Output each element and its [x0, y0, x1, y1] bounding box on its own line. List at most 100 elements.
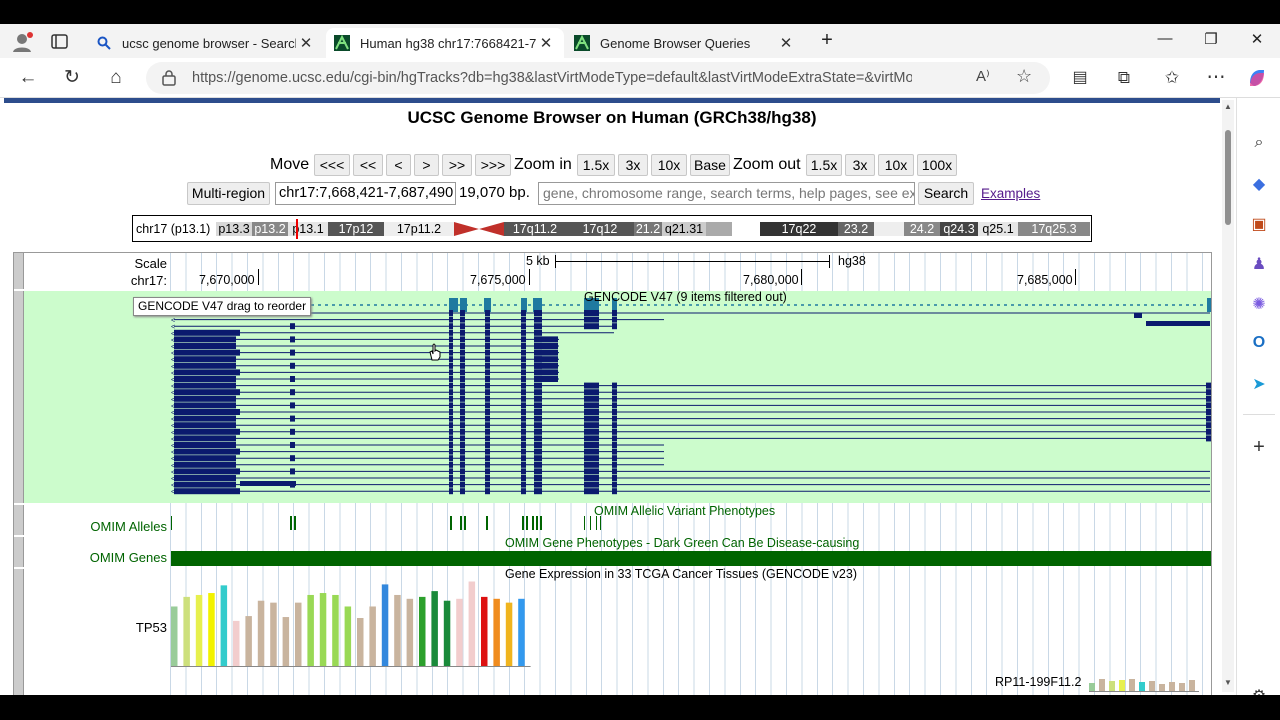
expression-bar[interactable] — [344, 606, 352, 666]
expression-bar[interactable] — [270, 602, 277, 666]
zoom-base-button[interactable]: Base — [690, 154, 730, 176]
page-scrollbar[interactable]: ▲ ▼ — [1222, 100, 1234, 692]
extensions-icon[interactable]: ⧉ — [1110, 65, 1138, 91]
expression-bar[interactable] — [295, 602, 302, 666]
expression-bar[interactable] — [493, 598, 500, 666]
expression-bar[interactable] — [406, 598, 414, 666]
expression-bar[interactable] — [369, 606, 376, 666]
expression-bar[interactable] — [468, 581, 476, 666]
expression-bar[interactable] — [171, 606, 178, 666]
transcript[interactable]: < — [171, 415, 1211, 424]
transcript[interactable]: < — [171, 475, 1210, 483]
close-window-icon[interactable]: ✕ — [1242, 30, 1272, 52]
expression-bar[interactable] — [1109, 681, 1115, 691]
expression-bar[interactable] — [381, 584, 389, 666]
chromosome-ideogram[interactable]: chr17 (p13.1) p13.3 p13.2 p13.1 17p12 17… — [132, 215, 1092, 242]
favorite-star-icon[interactable]: ☆ — [1016, 66, 1032, 87]
rp11-expression-bars[interactable] — [1089, 671, 1209, 693]
home-icon[interactable]: ⌂ — [102, 65, 130, 91]
send-icon[interactable]: ➤ — [1247, 374, 1271, 396]
expression-bar[interactable] — [443, 600, 451, 666]
expression-bar[interactable] — [1149, 681, 1155, 691]
expression-bar[interactable] — [1189, 680, 1195, 691]
track-image[interactable]: Scale 5 kb hg38 chr17: 7,670,000 7,675,0… — [13, 252, 1212, 695]
expression-bar[interactable] — [1089, 683, 1095, 691]
expression-bar[interactable] — [481, 596, 488, 666]
read-aloud-icon[interactable]: A⁾ — [976, 67, 990, 85]
shopping-tag-icon[interactable]: ◆ — [1247, 174, 1271, 196]
address-bar[interactable]: https://genome.ucsc.edu/cgi-bin/hgTracks… — [146, 62, 1050, 94]
expression-bar[interactable] — [1139, 682, 1145, 691]
move-right-mid-button[interactable]: >> — [442, 154, 472, 176]
minimize-icon[interactable]: — — [1150, 30, 1180, 52]
add-icon[interactable]: + — [1247, 436, 1271, 458]
transcript[interactable]: < — [171, 409, 1211, 417]
transcript[interactable]: < — [171, 468, 1210, 476]
search-icon[interactable]: ⌕ — [1247, 134, 1271, 156]
close-tab-icon[interactable]: ✕ — [296, 34, 316, 52]
transcript[interactable]: < — [171, 422, 1211, 430]
expression-bar[interactable] — [208, 593, 215, 666]
expression-bar[interactable] — [357, 618, 364, 666]
expression-bar[interactable] — [307, 594, 314, 666]
track-side-button[interactable] — [14, 569, 24, 695]
tab-actions-icon[interactable] — [50, 33, 70, 51]
copilot-icon[interactable] — [1246, 67, 1268, 89]
zoom-out-1.5x-button[interactable]: 1.5x — [806, 154, 842, 176]
copilot-sidebar-icon[interactable]: ✺ — [1247, 294, 1271, 316]
expression-bar[interactable] — [257, 600, 265, 666]
omim-gene-bar[interactable] — [171, 551, 1211, 566]
tab-queries[interactable]: Genome Browser Queries ✕ — [566, 28, 804, 58]
transcript[interactable]: < — [171, 382, 1211, 391]
omim-allele-marks[interactable] — [14, 511, 1212, 533]
expression-bar[interactable] — [319, 593, 327, 666]
position-field[interactable]: chr17:7,668,421-7,687,490 — [275, 182, 456, 205]
expression-bar[interactable] — [282, 617, 290, 666]
favorites-icon[interactable]: ✩ — [1158, 65, 1186, 91]
expression-bar[interactable] — [233, 620, 240, 666]
transcript[interactable]: < — [171, 310, 1210, 318]
tools-icon[interactable]: ▣ — [1247, 214, 1271, 236]
expression-bar[interactable] — [431, 591, 438, 666]
omim-genes-label[interactable]: OMIM Genes — [34, 550, 167, 565]
expression-bar[interactable] — [1119, 680, 1125, 691]
expression-bar[interactable] — [394, 594, 401, 666]
expression-bar[interactable] — [220, 585, 228, 666]
search-button[interactable]: Search — [918, 182, 974, 205]
close-tab-icon[interactable]: ✕ — [536, 34, 556, 52]
scroll-thumb[interactable] — [1225, 130, 1231, 225]
lock-icon[interactable] — [162, 69, 176, 91]
transcript[interactable]: < — [171, 435, 1211, 443]
reading-view-icon[interactable]: ▤ — [1066, 65, 1094, 91]
transcript[interactable]: < — [171, 395, 1211, 404]
expression-bar[interactable] — [505, 602, 513, 666]
expression-bar[interactable] — [1099, 679, 1105, 691]
expression-bar[interactable] — [1159, 684, 1165, 691]
transcript[interactable]: < — [171, 402, 1211, 410]
new-tab-icon[interactable]: + — [812, 29, 842, 51]
transcript[interactable]: < — [171, 428, 1211, 437]
zoom-out-3x-button[interactable]: 3x — [845, 154, 875, 176]
close-tab-icon[interactable]: ✕ — [776, 34, 796, 52]
move-left-far-button[interactable]: <<< — [314, 154, 350, 176]
expression-bar[interactable] — [332, 594, 339, 666]
profile-icon[interactable] — [10, 31, 34, 53]
multi-region-button[interactable]: Multi-region — [187, 182, 270, 205]
expression-bar[interactable] — [183, 596, 190, 666]
expression-bar[interactable] — [195, 594, 203, 666]
track-side-button[interactable] — [14, 537, 24, 567]
expression-bar[interactable] — [1179, 683, 1185, 691]
outlook-icon[interactable]: O — [1247, 334, 1271, 356]
back-icon[interactable]: ← — [14, 65, 42, 91]
tab-hg38[interactable]: Human hg38 chr17:7668421-7687490 ✕ — [326, 28, 564, 58]
move-left-mid-button[interactable]: << — [353, 154, 383, 176]
refresh-icon[interactable]: ↻ — [58, 65, 86, 91]
sidebar-settings-icon[interactable]: ⚙ — [1247, 686, 1271, 695]
transcript[interactable]: < — [171, 389, 1211, 397]
expression-bar[interactable] — [1169, 682, 1175, 691]
zoom-out-10x-button[interactable]: 10x — [878, 154, 914, 176]
expression-bar[interactable] — [1129, 679, 1135, 691]
games-icon[interactable]: ♟ — [1247, 254, 1271, 276]
transcript[interactable]: < — [171, 488, 1210, 496]
tp53-label[interactable]: TP53 — [74, 620, 167, 635]
